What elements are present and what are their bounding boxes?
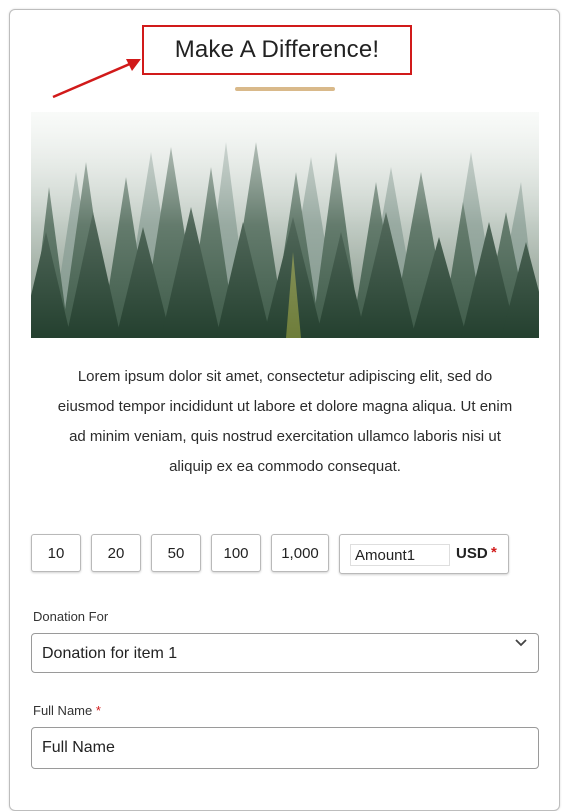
full-name-label-row: Full Name *: [33, 703, 101, 718]
amount-button-50[interactable]: 50: [151, 534, 201, 572]
page-title: Make A Difference!: [174, 36, 380, 63]
required-mark: *: [491, 544, 497, 561]
amount-button-100[interactable]: 100: [211, 534, 261, 572]
custom-amount-group: USD *: [339, 534, 509, 574]
annotation-arrow-icon: [52, 59, 141, 99]
full-name-label: Full Name: [33, 703, 93, 718]
currency-label: USD: [456, 545, 488, 562]
donation-for-select[interactable]: Donation for item 1: [31, 633, 539, 673]
amount-button-20[interactable]: 20: [91, 534, 141, 572]
full-name-required-mark: *: [95, 703, 101, 718]
donation-for-selected-value: Donation for item 1: [42, 645, 178, 662]
amount-button-1000[interactable]: 1,000: [271, 534, 329, 572]
hero-image-forest: [31, 112, 539, 338]
title-highlight-box: Make A Difference!: [142, 25, 412, 75]
chevron-down-icon: [515, 639, 527, 647]
full-name-input[interactable]: [31, 727, 539, 769]
amount-button-10[interactable]: 10: [31, 534, 81, 572]
title-underline: [235, 87, 335, 91]
donation-for-label: Donation For: [33, 609, 109, 624]
custom-amount-input[interactable]: [350, 544, 450, 566]
forest-image: [31, 112, 539, 338]
description-text: Lorem ipsum dolor sit amet, consectetur …: [57, 368, 513, 475]
